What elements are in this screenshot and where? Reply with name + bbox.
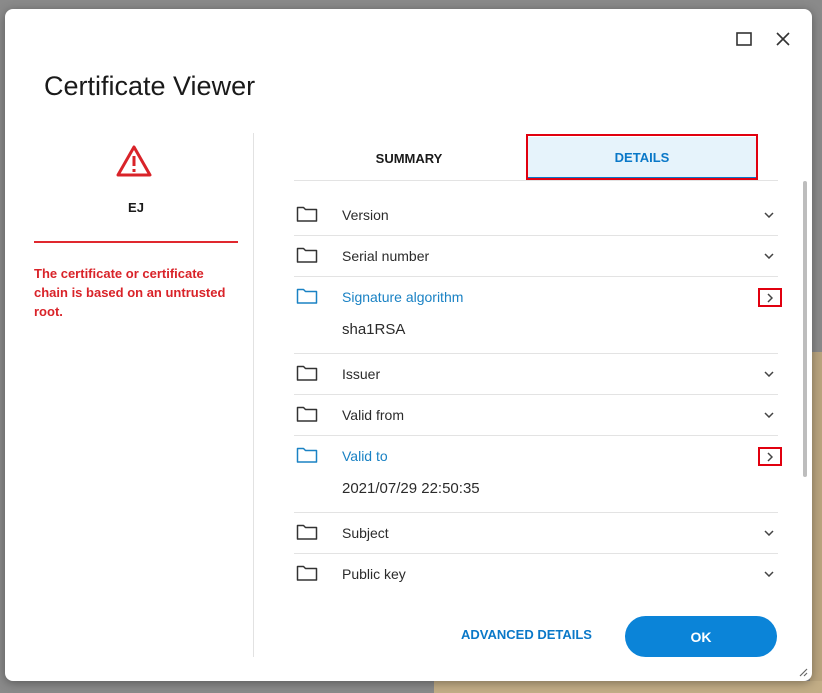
field-label: Valid to [342,448,388,464]
chevron-down-icon[interactable] [762,408,776,422]
field-value: 2021/07/29 22:50:35 [342,480,480,497]
resize-grip-icon[interactable] [798,667,808,677]
chevron-down-icon[interactable] [762,367,776,381]
folder-icon [296,524,318,540]
folder-icon [296,565,318,581]
field-row-public-key[interactable]: Public key [294,554,778,594]
tab-summary[interactable]: SUMMARY [294,137,524,180]
warning-message: The certificate or certificate chain is … [34,266,226,319]
folder-icon [296,447,318,463]
folder-icon [296,247,318,263]
dialog-title: Certificate Viewer [44,71,256,101]
ok-button[interactable]: OK [625,616,777,657]
chevron-right-icon[interactable] [758,447,782,466]
field-label: Valid from [342,407,404,423]
advanced-details-link[interactable]: ADVANCED DETAILS [461,627,592,642]
close-icon [776,32,790,46]
details-field-list: Version Serial number Signature algorith… [294,195,782,594]
field-row-valid-from[interactable]: Valid from [294,395,778,436]
field-label: Serial number [342,248,430,264]
field-row-subject[interactable]: Subject [294,513,778,554]
field-row-valid-to[interactable]: Valid to 2021/07/29 22:50:35 [294,436,782,513]
field-row-version[interactable]: Version [294,195,778,236]
field-row-issuer[interactable]: Issuer [294,354,778,395]
chevron-down-icon[interactable] [762,526,776,540]
chevron-down-icon[interactable] [762,249,776,263]
certificate-viewer-dialog: Certificate Viewer EJ The certificate or… [5,9,812,681]
chevron-right-icon[interactable] [758,288,782,307]
background-bottom [434,681,822,693]
folder-icon [296,206,318,222]
folder-icon [296,288,318,304]
tab-details[interactable]: DETAILS [527,137,757,180]
certificate-name: EJ [128,200,144,215]
field-value: sha1RSA [342,321,406,338]
field-label: Version [342,207,389,223]
field-row-serial-number[interactable]: Serial number [294,236,778,277]
maximize-button[interactable] [732,27,756,51]
warning-divider [34,241,238,243]
field-label: Public key [342,566,406,582]
close-button[interactable] [771,27,795,51]
vertical-divider [253,133,254,657]
field-label: Signature algorithm [342,289,464,305]
chevron-down-icon[interactable] [762,208,776,222]
chevron-down-icon[interactable] [762,567,776,581]
warning-icon [116,145,152,177]
folder-icon [296,365,318,381]
field-row-signature-algorithm[interactable]: Signature algorithm sha1RSA [294,277,782,354]
folder-icon [296,406,318,422]
scrollbar[interactable] [803,181,807,477]
field-label: Issuer [342,366,381,382]
tab-bar: SUMMARY DETAILS [294,137,778,181]
field-label: Subject [342,525,389,541]
maximize-icon [736,32,752,46]
